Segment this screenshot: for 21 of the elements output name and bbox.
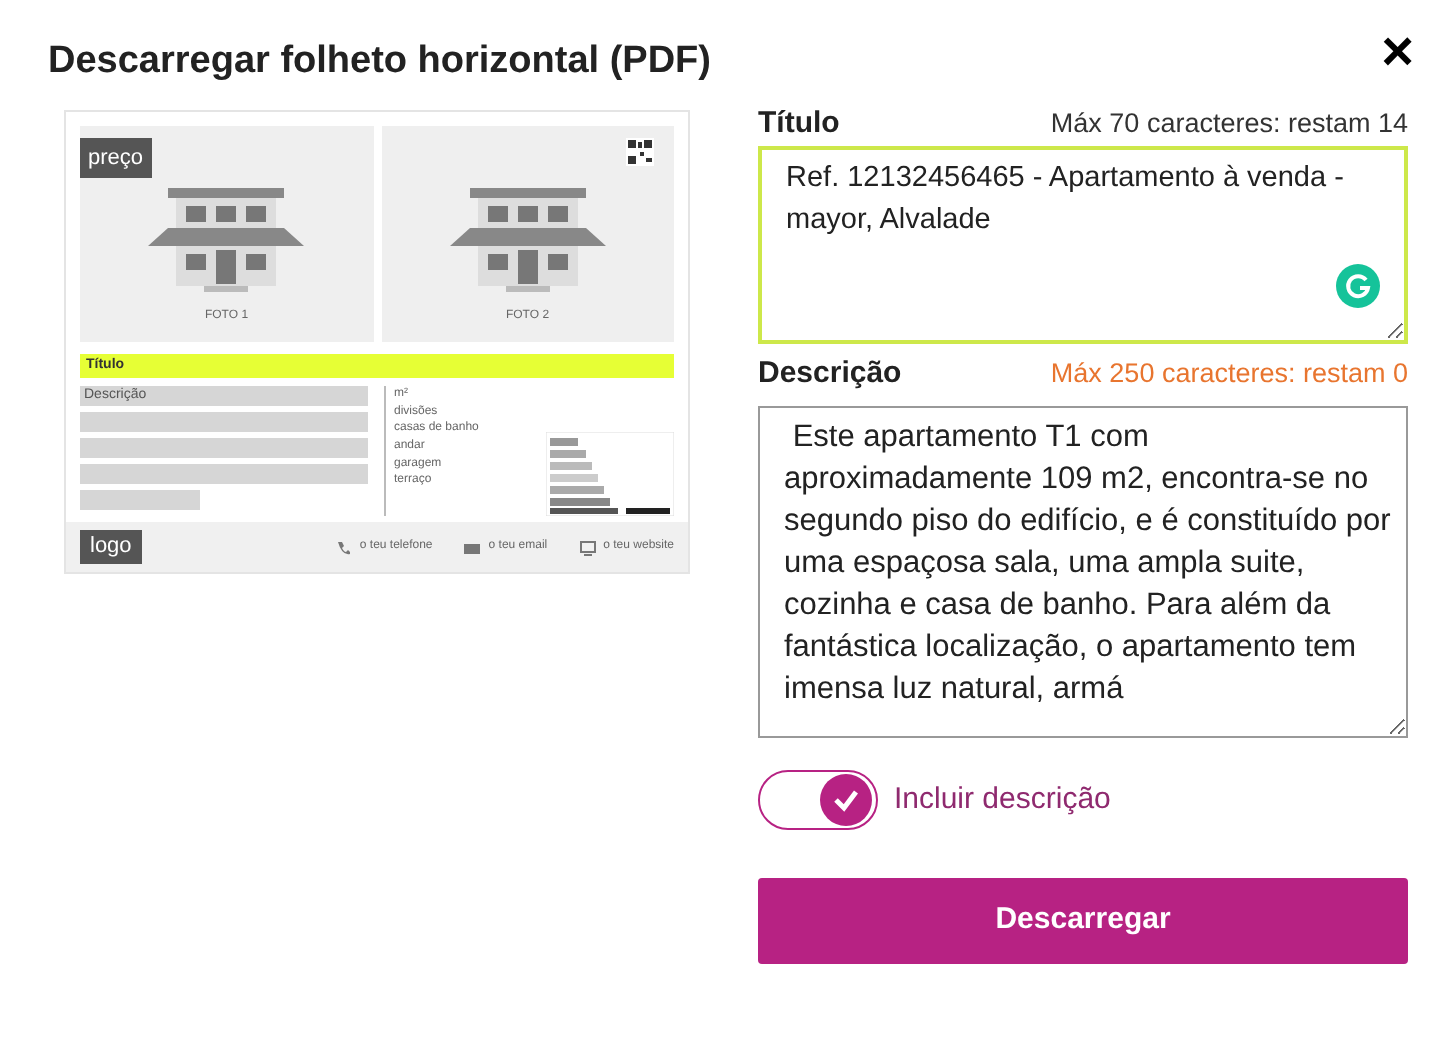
preview-price: preço — [80, 137, 152, 179]
email-icon — [464, 539, 481, 556]
phone-icon — [335, 539, 352, 556]
qr-code-icon — [626, 137, 654, 166]
check-icon — [832, 785, 860, 814]
toggle-label: Incluir descrição — [894, 779, 1111, 820]
energy-chart-drawing — [546, 432, 674, 517]
include-toggle[interactable] — [758, 769, 878, 830]
download-button[interactable]: Descarregar — [758, 877, 1408, 964]
field-label: Descrição — [758, 354, 902, 395]
description-textarea[interactable]: Este apartamento T1 com aproximadamente 109 m2, encontra-se no segundo piso do edifício, e é constituído por uma espaçosa sala, uma ampla suite, cozinha e casa de banho. Para além da fantástica localização, o apartamento tem imensa luz natural, armá — [758, 405, 1408, 738]
web-icon — [579, 539, 596, 556]
close-button[interactable]: × — [1381, 24, 1414, 80]
title-textarea[interactable]: Ref. 12132456465 - Apartamento à venda - mayor, Alvalade — [758, 146, 1408, 345]
house-icon — [449, 187, 606, 292]
dialog-title: Descarregar folheto horizontal (PDF) — [48, 40, 711, 86]
house-icon — [148, 187, 305, 292]
character-limit: Máx 70 caracteres: restam 14 — [1050, 105, 1408, 142]
field-label: Título — [758, 103, 840, 144]
preview-logo: logo — [80, 530, 142, 564]
character-limit: Máx 250 caracteres: restam 0 — [1050, 356, 1408, 393]
